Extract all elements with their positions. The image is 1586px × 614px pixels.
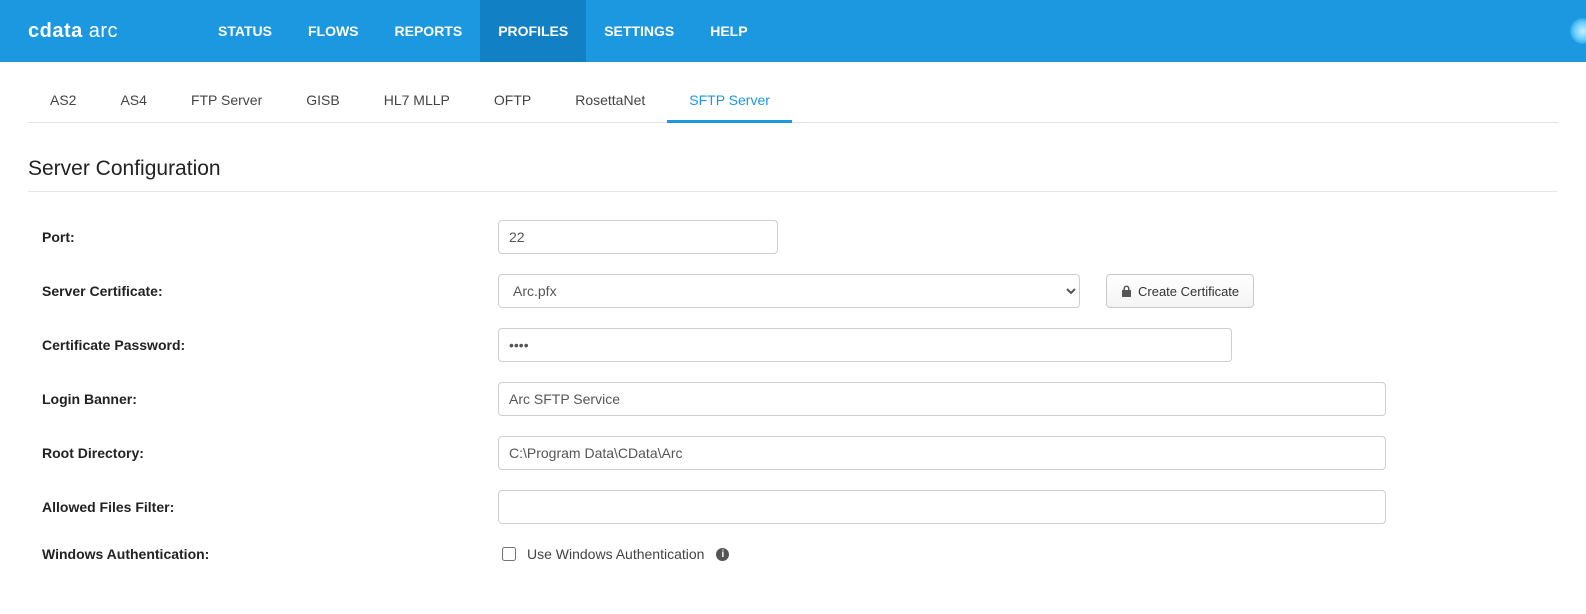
row-root-dir: Root Directory: — [28, 426, 1558, 480]
profile-subtabs: AS2 AS4 FTP Server GISB HL7 MLLP OFTP Ro… — [28, 80, 1558, 123]
page-body: Server Configuration Port: Server Certif… — [0, 157, 1586, 614]
tab-sftp-server[interactable]: SFTP Server — [667, 80, 792, 122]
nav-settings[interactable]: SETTINGS — [586, 0, 692, 62]
create-certificate-label: Create Certificate — [1138, 284, 1239, 299]
root-dir-input[interactable] — [498, 436, 1386, 470]
lock-icon — [1121, 285, 1132, 297]
cert-password-input[interactable] — [498, 328, 1232, 362]
nav-flows[interactable]: FLOWS — [290, 0, 377, 62]
row-server-cert: Server Certificate: Arc.pfx Create Certi… — [28, 264, 1558, 318]
tab-rosettanet[interactable]: RosettaNet — [553, 80, 667, 122]
brand-heavy: cdata — [28, 20, 83, 43]
create-certificate-button[interactable]: Create Certificate — [1106, 274, 1254, 308]
label-port: Port: — [28, 229, 498, 245]
win-auth-checkbox[interactable] — [502, 547, 516, 561]
win-auth-checkbox-label: Use Windows Authentication — [527, 546, 704, 562]
tab-oftp[interactable]: OFTP — [472, 80, 553, 122]
allowed-filter-input[interactable] — [498, 490, 1386, 524]
row-win-auth: Windows Authentication: Use Windows Auth… — [28, 534, 1558, 574]
nav-profiles[interactable]: PROFILES — [480, 0, 586, 62]
label-login-banner: Login Banner: — [28, 391, 498, 407]
brand-logo: cdata arc — [0, 0, 140, 62]
tab-hl7-mllp[interactable]: HL7 MLLP — [362, 80, 472, 122]
label-server-cert: Server Certificate: — [28, 283, 498, 299]
nav-items: STATUS FLOWS REPORTS PROFILES SETTINGS H… — [200, 0, 766, 62]
tab-gisb[interactable]: GISB — [284, 80, 361, 122]
row-allowed-filter: Allowed Files Filter: — [28, 480, 1558, 534]
tab-ftp-server[interactable]: FTP Server — [169, 80, 284, 122]
brand-light: arc — [83, 20, 118, 43]
server-cert-select[interactable]: Arc.pfx — [498, 274, 1080, 308]
label-root-dir: Root Directory: — [28, 445, 498, 461]
nav-reports[interactable]: REPORTS — [377, 0, 481, 62]
info-icon: i — [716, 548, 729, 561]
top-nav: cdata arc STATUS FLOWS REPORTS PROFILES … — [0, 0, 1586, 62]
nav-help[interactable]: HELP — [692, 0, 765, 62]
row-port: Port: — [28, 210, 1558, 264]
nav-status[interactable]: STATUS — [200, 0, 290, 62]
row-cert-password: Certificate Password: — [28, 318, 1558, 372]
row-login-banner: Login Banner: — [28, 372, 1558, 426]
tab-as2[interactable]: AS2 — [28, 80, 98, 122]
login-banner-input[interactable] — [498, 382, 1386, 416]
corner-glow-icon — [1570, 18, 1586, 44]
section-title: Server Configuration — [28, 157, 1558, 181]
label-win-auth: Windows Authentication: — [28, 546, 498, 562]
port-input[interactable] — [498, 220, 778, 254]
tab-as4[interactable]: AS4 — [98, 80, 168, 122]
label-cert-password: Certificate Password: — [28, 337, 498, 353]
section-rule — [28, 191, 1558, 192]
label-allowed-filter: Allowed Files Filter: — [28, 499, 498, 515]
